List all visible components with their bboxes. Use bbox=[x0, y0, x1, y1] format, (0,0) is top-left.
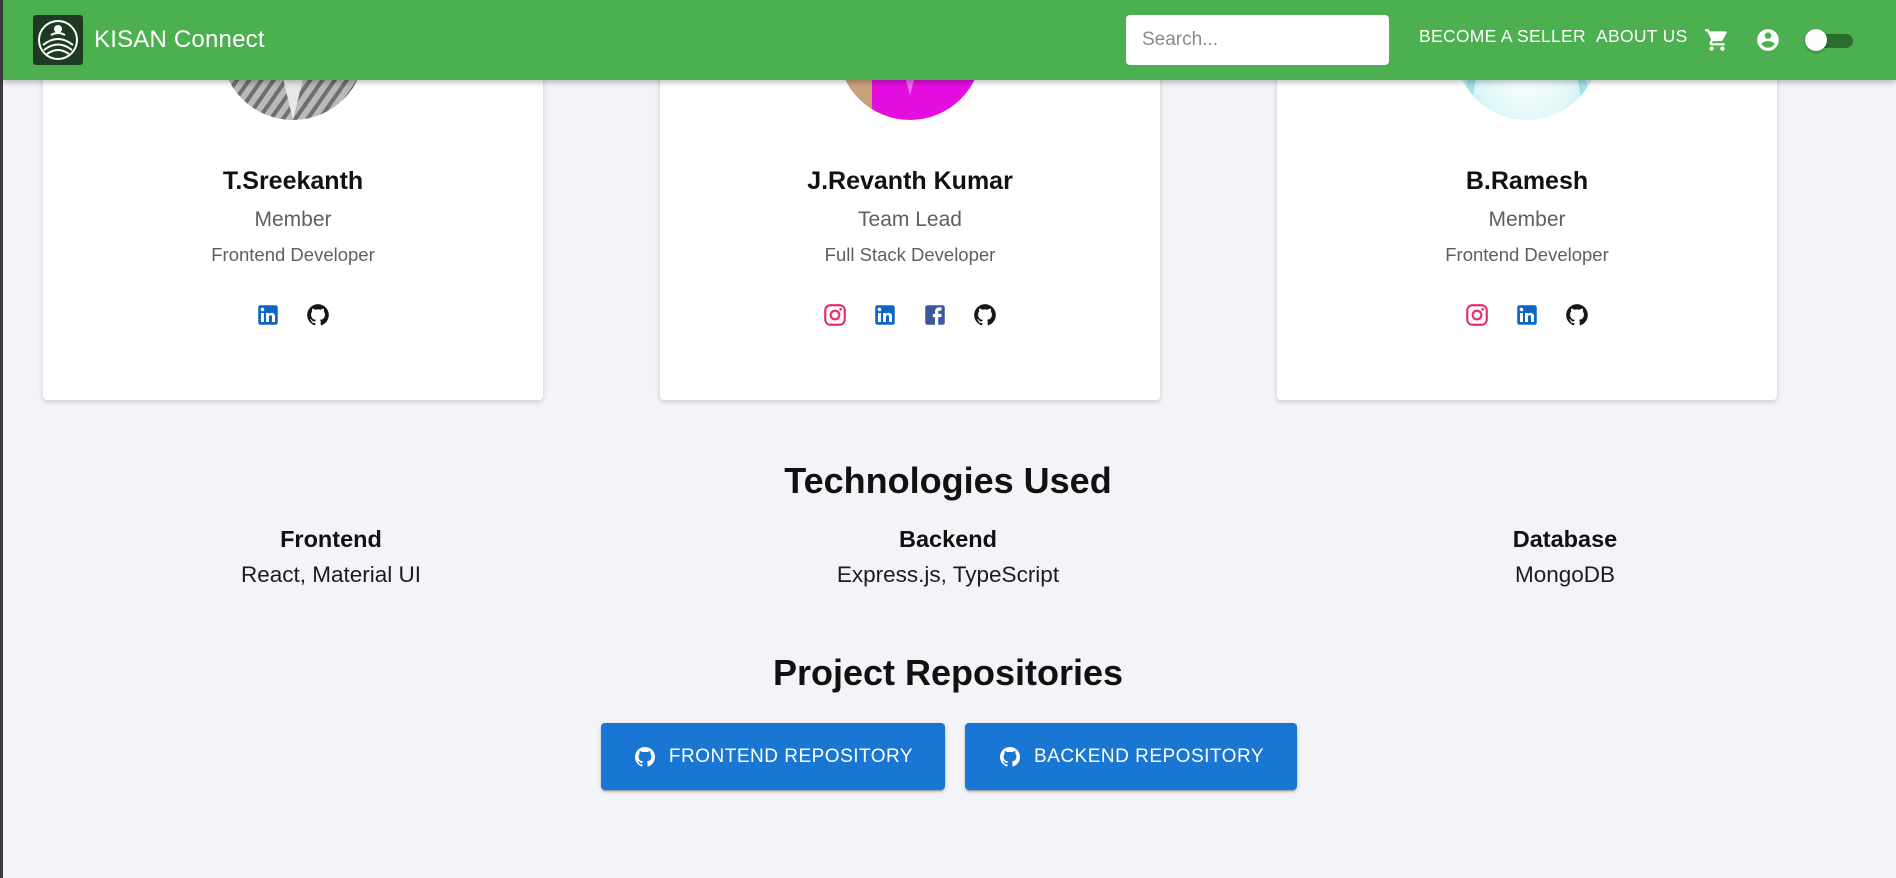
tech-heading: Database bbox=[1512, 526, 1618, 552]
member-name: T.Sreekanth bbox=[222, 167, 364, 195]
instagram-icon[interactable] bbox=[822, 302, 848, 328]
member-role: Member bbox=[254, 208, 332, 231]
toggle-thumb bbox=[1805, 29, 1827, 51]
search-input[interactable] bbox=[1126, 15, 1389, 65]
tech-heading: Frontend bbox=[280, 526, 382, 552]
repositories-title: Project Repositories bbox=[772, 652, 1124, 693]
frontend-repository-label: FRONTEND REPOSITORY bbox=[668, 745, 914, 767]
logo-icon bbox=[33, 15, 83, 65]
facebook-icon[interactable] bbox=[922, 302, 948, 328]
member-specialty: Frontend Developer bbox=[1445, 244, 1609, 265]
instagram-icon[interactable] bbox=[1464, 302, 1490, 328]
brand-name: KISAN Connect bbox=[94, 26, 265, 53]
tech-value: Express.js, TypeScript bbox=[836, 562, 1060, 587]
tech-heading: Backend bbox=[899, 526, 997, 552]
github-icon bbox=[633, 745, 657, 769]
linkedin-icon[interactable] bbox=[255, 302, 281, 328]
backend-repository-label: BACKEND REPOSITORY bbox=[1033, 745, 1265, 767]
tech-frontend: Frontend React, Material UI bbox=[131, 526, 531, 588]
theme-toggle[interactable] bbox=[1805, 29, 1853, 51]
brand[interactable]: KISAN Connect bbox=[33, 15, 265, 65]
github-icon[interactable] bbox=[972, 302, 998, 328]
account-circle-icon[interactable] bbox=[1755, 27, 1781, 53]
member-specialty: Frontend Developer bbox=[211, 244, 375, 265]
linkedin-icon[interactable] bbox=[872, 302, 898, 328]
github-icon bbox=[998, 745, 1022, 769]
social-links bbox=[43, 302, 543, 328]
member-name: J.Revanth Kumar bbox=[807, 167, 1013, 195]
github-icon[interactable] bbox=[1564, 302, 1590, 328]
backend-repository-button[interactable]: BACKEND REPOSITORY bbox=[965, 723, 1297, 790]
tech-value: MongoDB bbox=[1514, 562, 1616, 587]
social-links bbox=[1277, 302, 1777, 328]
become-seller-link[interactable]: BECOME A SELLER bbox=[1419, 26, 1586, 47]
tech-backend: Backend Express.js, TypeScript bbox=[748, 526, 1148, 588]
frontend-repository-button[interactable]: FRONTEND REPOSITORY bbox=[601, 723, 945, 790]
about-page: KISAN Connect BECOME A SELLER ABOUT US bbox=[0, 0, 1896, 878]
member-specialty: Full Stack Developer bbox=[824, 244, 996, 265]
member-role: Team Lead bbox=[858, 208, 962, 231]
social-links bbox=[660, 302, 1160, 328]
search-box[interactable] bbox=[1126, 15, 1389, 65]
technologies-title: Technologies Used bbox=[784, 460, 1112, 501]
about-us-link[interactable]: ABOUT US bbox=[1596, 26, 1688, 47]
member-name: B.Ramesh bbox=[1465, 167, 1589, 195]
window-edge bbox=[0, 0, 3, 878]
member-role: Member bbox=[1488, 208, 1566, 231]
tech-value: React, Material UI bbox=[240, 562, 422, 587]
github-icon[interactable] bbox=[305, 302, 331, 328]
cart-icon[interactable] bbox=[1704, 27, 1730, 53]
linkedin-icon[interactable] bbox=[1514, 302, 1540, 328]
tech-database: Database MongoDB bbox=[1365, 526, 1765, 588]
app-bar: KISAN Connect BECOME A SELLER ABOUT US bbox=[3, 0, 1896, 80]
